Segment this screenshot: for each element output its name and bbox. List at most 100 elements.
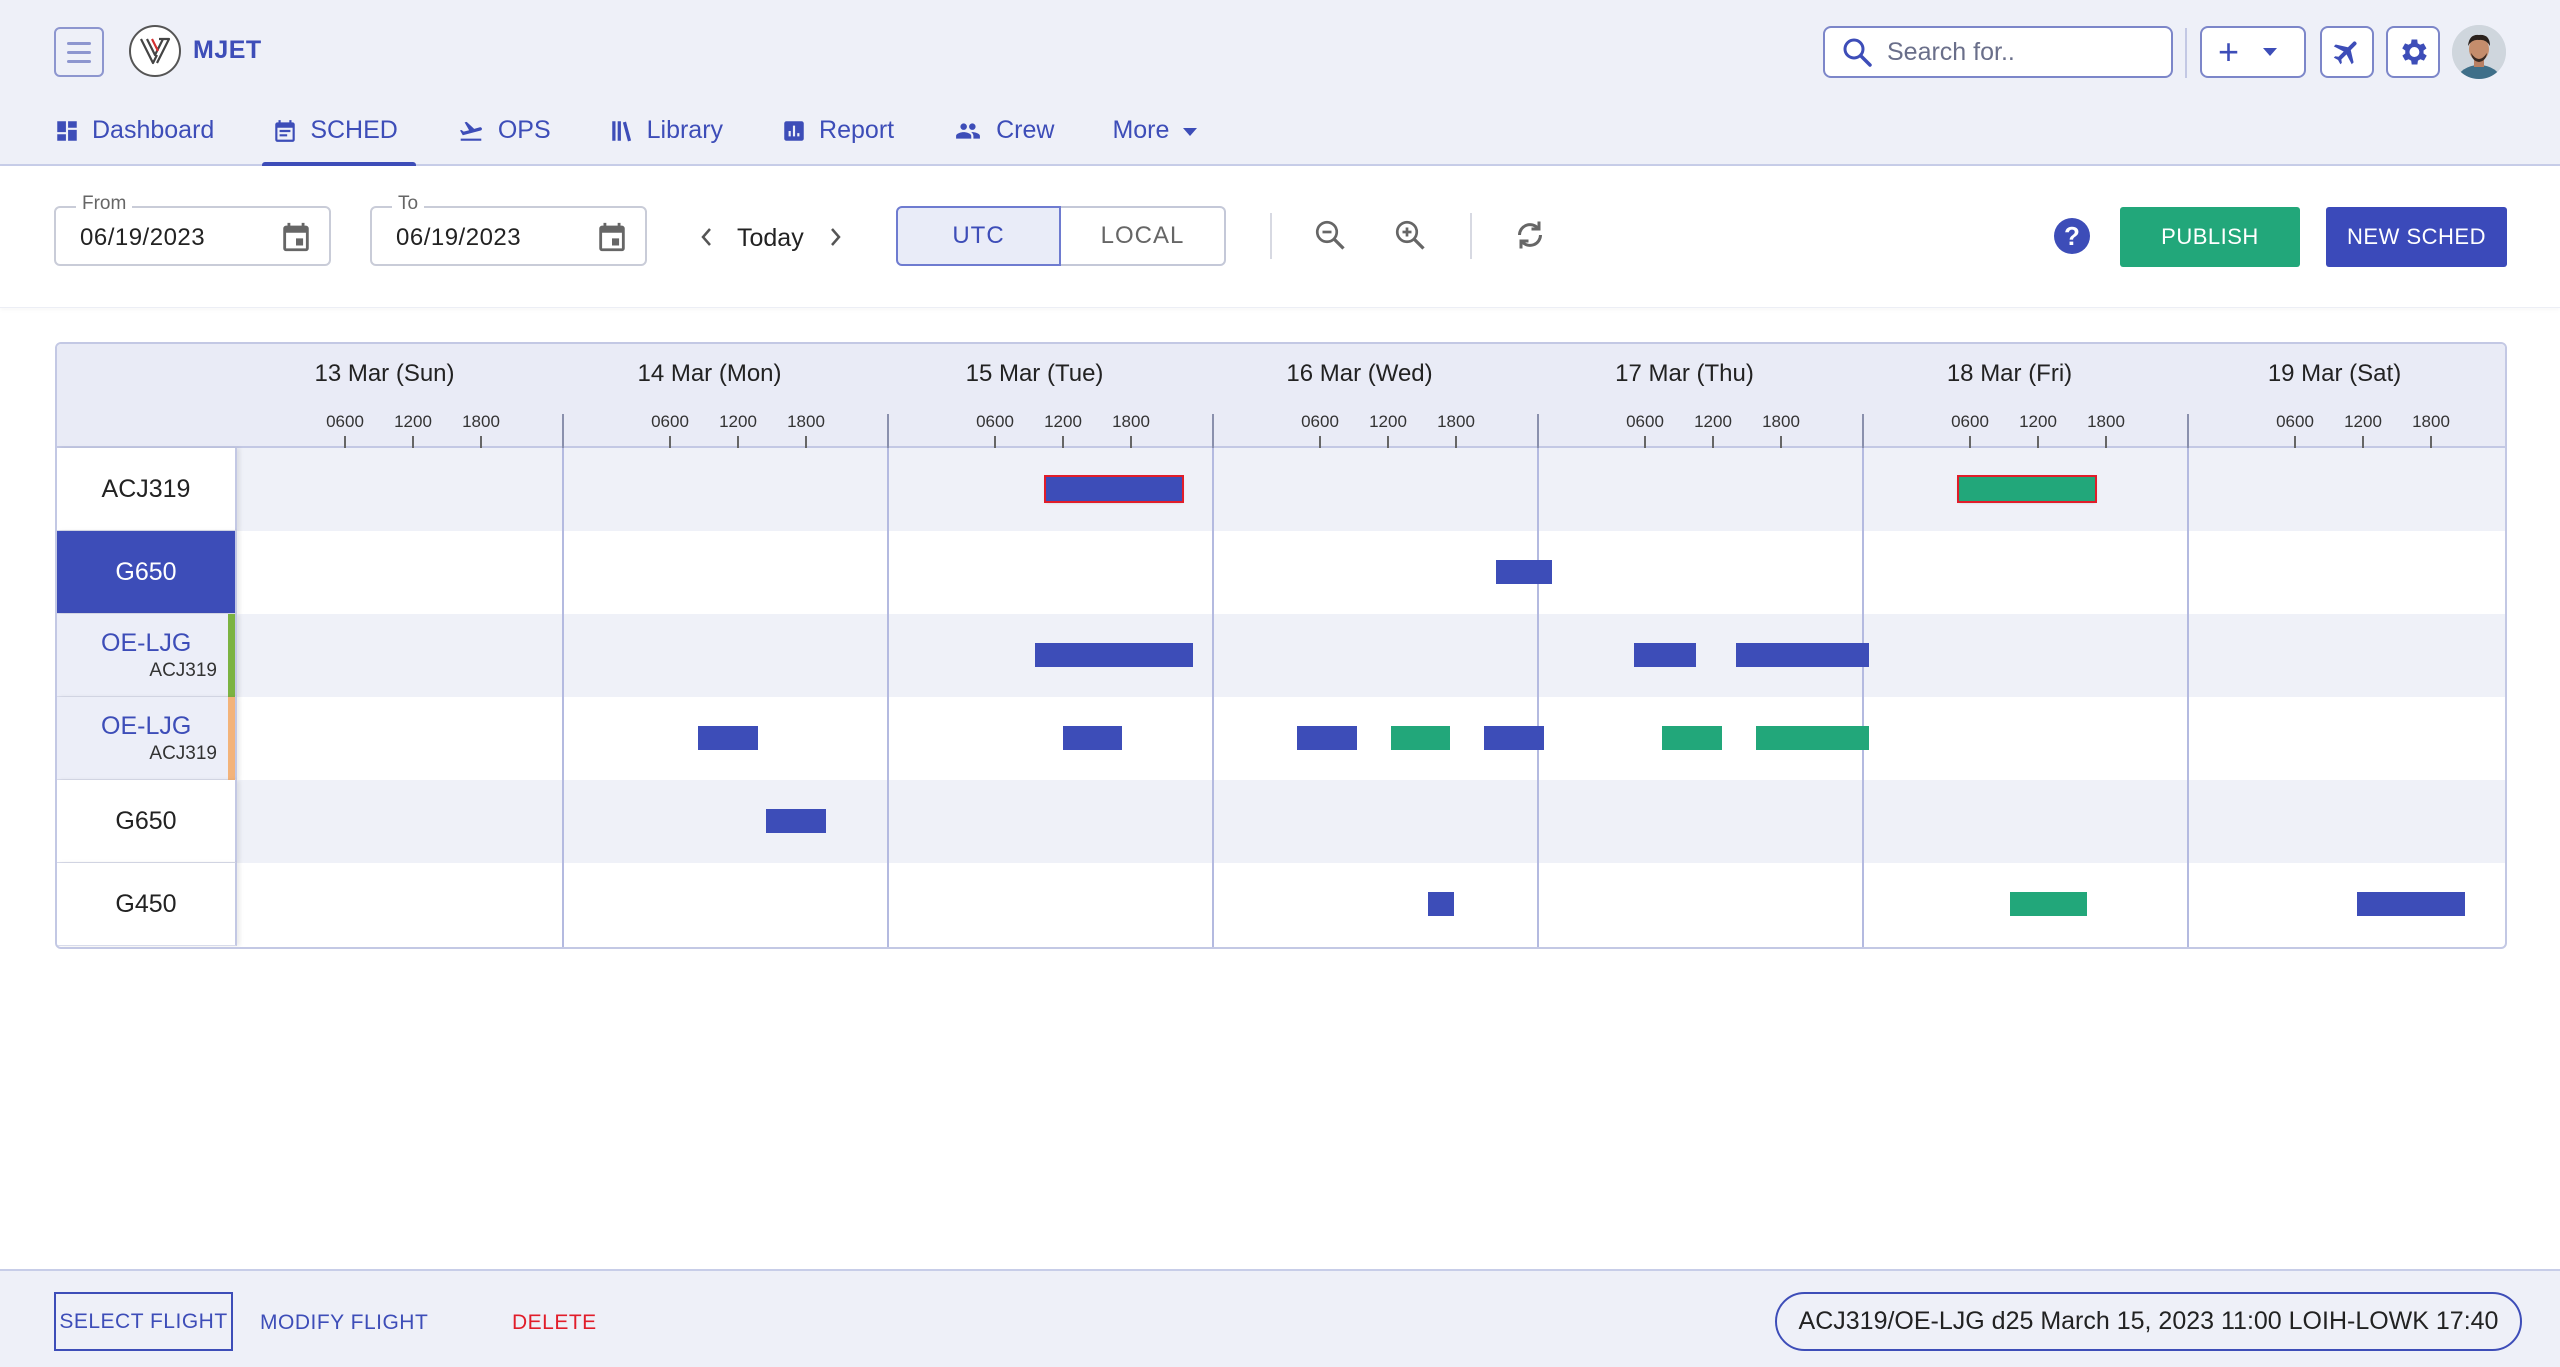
caret-down-icon <box>2263 48 2278 56</box>
hour-tick <box>480 436 482 448</box>
settings-button[interactable] <box>2386 26 2440 78</box>
new-sched-button[interactable]: NEW SCHED <box>2326 207 2507 267</box>
hour-tick-label: 1200 <box>1694 412 1732 431</box>
flight-bar[interactable] <box>1297 726 1358 750</box>
nav-more-label: More <box>1112 116 1170 144</box>
from-date-value: 06/19/2023 <box>80 224 206 251</box>
flight-bar[interactable] <box>1484 726 1545 750</box>
menu-icon[interactable] <box>54 27 104 77</box>
hour-tick-label: 1800 <box>2087 412 2125 431</box>
app-header: MJET + Dashboard SCHED OPS Library <box>0 0 2560 168</box>
flight-button[interactable] <box>2320 26 2374 78</box>
day-separator <box>1537 414 1539 448</box>
hour-tick <box>805 436 807 448</box>
aircraft-name: OE-LJG <box>101 628 192 657</box>
chevron-down-icon <box>1183 128 1198 136</box>
flight-bar[interactable] <box>2357 892 2465 916</box>
aircraft-row-label[interactable]: G450 <box>57 863 237 946</box>
hour-tick <box>2362 436 2364 448</box>
next-day-button[interactable] <box>823 222 849 252</box>
nav-ops[interactable]: OPS <box>456 108 551 166</box>
hour-tick-label: 1200 <box>2344 412 2382 431</box>
aircraft-row-label[interactable]: G650 <box>57 531 237 614</box>
from-date-field[interactable]: From 06/19/2023 <box>54 193 331 266</box>
add-dropdown-button[interactable]: + <box>2200 26 2306 78</box>
flight-bar[interactable] <box>698 726 759 750</box>
aircraft-row-label[interactable]: OE-LJG ACJ319 <box>57 614 237 697</box>
aircraft-row: G450 <box>57 863 2505 946</box>
aircraft-name: G650 <box>115 806 177 835</box>
hour-tick <box>1455 436 1457 448</box>
search-box[interactable] <box>1823 26 2173 78</box>
day-separator <box>2187 414 2189 448</box>
flight-bar[interactable] <box>766 809 827 833</box>
nav-ops-label: OPS <box>497 116 551 144</box>
day-header: 19 Mar (Sat) <box>2267 360 2402 387</box>
flight-bar[interactable] <box>1956 475 2097 503</box>
refresh-icon <box>1518 221 1542 249</box>
aircraft-row-label[interactable]: G650 <box>57 780 237 863</box>
flight-bar[interactable] <box>1633 643 1696 667</box>
app-name: MJET <box>193 36 262 64</box>
day-header: 16 Mar (Wed) <box>1286 360 1433 387</box>
today-button[interactable]: Today <box>737 224 804 253</box>
plus-icon: + <box>2218 31 2240 72</box>
flight-bar[interactable] <box>1495 560 1553 584</box>
search-input[interactable] <box>1887 37 2157 67</box>
calendar-icon <box>275 120 296 142</box>
flight-bar[interactable] <box>1735 643 1870 667</box>
nav-dashboard[interactable]: Dashboard <box>54 108 214 166</box>
select-flight-button[interactable]: SELECT FLIGHT <box>54 1292 233 1351</box>
day-separator <box>1212 448 1214 947</box>
hour-tick-label: 0600 <box>2276 412 2314 431</box>
header-divider <box>2185 28 2187 78</box>
aircraft-row-label[interactable]: ACJ319 <box>57 448 237 531</box>
nav-sched-label: SCHED <box>310 116 398 144</box>
plane-takeoff-icon <box>459 121 482 141</box>
nav-crew-label: Crew <box>996 116 1055 144</box>
flight-bar[interactable] <box>1662 726 1723 750</box>
prev-day-button[interactable] <box>693 222 719 252</box>
hour-tick <box>1387 436 1389 448</box>
utc-toggle-button[interactable]: UTC <box>896 206 1061 266</box>
zoom-out-icon <box>1315 220 1345 250</box>
day-separator <box>562 448 564 947</box>
hour-tick <box>994 436 996 448</box>
gear-icon <box>2402 39 2427 65</box>
calendar-icon[interactable] <box>595 220 629 254</box>
aircraft-row: ACJ319 <box>57 448 2505 531</box>
modify-flight-button[interactable]: MODIFY FLIGHT <box>260 1311 428 1335</box>
day-separator <box>1862 414 1864 448</box>
help-icon[interactable]: ? <box>2054 218 2090 254</box>
flight-bar[interactable] <box>1063 726 1122 750</box>
flight-bar[interactable] <box>1391 726 1451 750</box>
timezone-toggle: UTC LOCAL <box>896 206 1226 266</box>
delete-button[interactable]: DELETE <box>512 1311 597 1335</box>
calendar-icon[interactable] <box>279 220 313 254</box>
flight-bar[interactable] <box>2009 892 2087 916</box>
flight-bar[interactable] <box>1044 475 1184 503</box>
to-date-field[interactable]: To 06/19/2023 <box>370 193 647 266</box>
zoom-out-button[interactable] <box>1310 215 1350 255</box>
aircraft-row-label[interactable]: OE-LJG ACJ319 <box>57 697 237 780</box>
nav-library[interactable]: Library <box>609 108 723 166</box>
nav-report[interactable]: Report <box>781 108 894 166</box>
publish-button[interactable]: PUBLISH <box>2120 207 2300 267</box>
aircraft-name: ACJ319 <box>101 474 191 503</box>
local-toggle-button[interactable]: LOCAL <box>1061 206 1226 266</box>
zoom-in-button[interactable] <box>1390 215 1430 255</box>
aircraft-type: ACJ319 <box>149 659 217 681</box>
refresh-button[interactable] <box>1510 215 1550 255</box>
user-avatar[interactable] <box>2452 25 2506 79</box>
hour-tick-label: 1800 <box>1112 412 1150 431</box>
day-separator <box>1212 414 1214 448</box>
flight-bar[interactable] <box>1756 726 1870 750</box>
nav-crew[interactable]: Crew <box>952 108 1054 166</box>
flight-bar[interactable] <box>1034 643 1194 667</box>
nav-sched[interactable]: SCHED <box>262 108 416 168</box>
search-icon <box>1843 38 1872 67</box>
flight-bar[interactable] <box>1427 892 1454 916</box>
report-icon <box>784 121 804 141</box>
hour-tick <box>1712 436 1714 448</box>
nav-more[interactable]: More <box>1112 108 1198 166</box>
